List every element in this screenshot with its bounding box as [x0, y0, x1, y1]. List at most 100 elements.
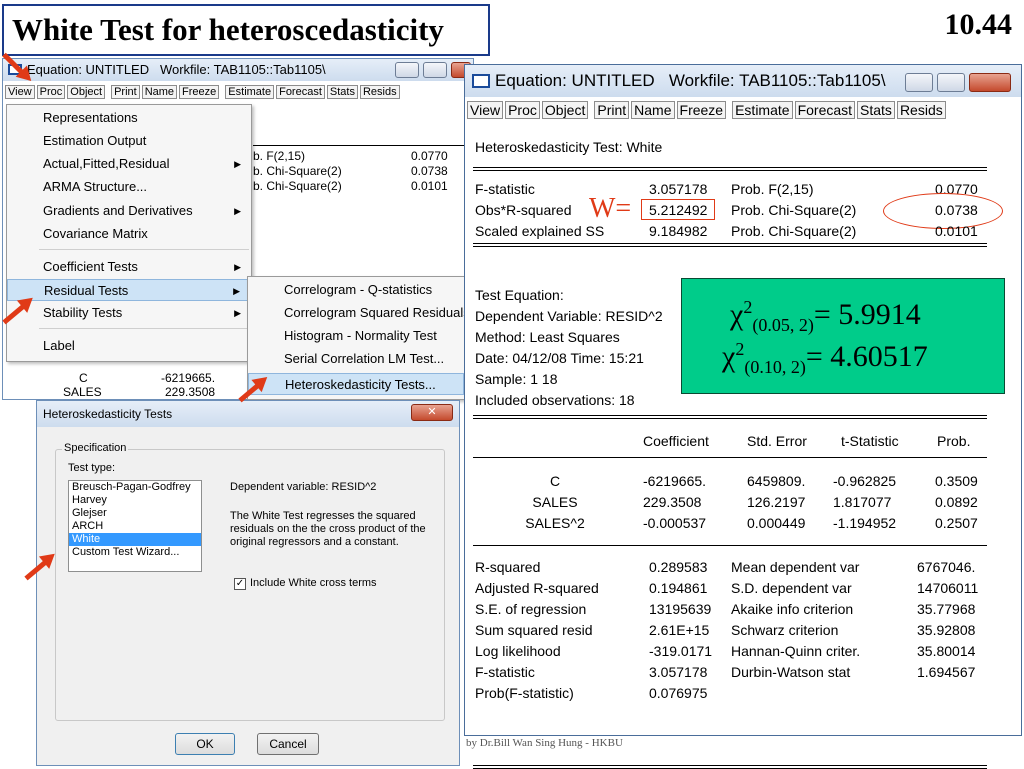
- equation-output: Heteroskedasticity Test: White F-statist…: [465, 125, 1021, 769]
- minimize-button[interactable]: [905, 73, 933, 92]
- stat-label: Prob(F-statistic): [475, 685, 574, 701]
- menu-item-label: Histogram - Normality Test: [284, 328, 437, 343]
- coef-header: Std. Error: [747, 433, 807, 449]
- chi-line-010: χ2(0.10, 2)= 4.60517: [722, 339, 928, 378]
- stat-value: 2.61E+15: [649, 622, 710, 638]
- menu-item-label: Correlogram Squared Residuals: [284, 305, 465, 320]
- back-freeze-button[interactable]: Freeze: [179, 85, 220, 99]
- coef-header: Coefficient: [643, 433, 709, 449]
- test-equation-line: Test Equation:: [475, 287, 564, 303]
- partial-row-label: b. Chi-Square(2): [253, 164, 342, 178]
- menu-item-estimation-output[interactable]: Estimation Output: [7, 130, 251, 152]
- test-type-option[interactable]: ARCH: [69, 520, 201, 533]
- stat-value: 1.694567: [917, 664, 976, 680]
- menu-item-label: Coefficient Tests: [43, 259, 138, 274]
- test-value: 5.212492: [649, 202, 708, 218]
- menu-item-residual-tests[interactable]: Residual Tests ▶: [7, 279, 251, 301]
- submenu-arrow-icon: ▶: [233, 286, 240, 296]
- front-forecast-button[interactable]: Forecast: [794, 101, 856, 119]
- coef-cell-se: 6459809.: [747, 473, 806, 489]
- menu-item-stability-tests[interactable]: Stability Tests ▶: [7, 302, 251, 324]
- menu-item-correlogram-squared[interactable]: Correlogram Squared Residuals: [248, 302, 464, 324]
- back-name-button[interactable]: Name: [141, 85, 178, 99]
- front-view-button[interactable]: View: [467, 101, 504, 119]
- dialog-titlebar[interactable]: Heteroskedasticity Tests ✕: [37, 401, 459, 427]
- test-equation-line: Sample: 1 18: [475, 371, 558, 387]
- chi-symbol: χ: [730, 298, 744, 331]
- cancel-button[interactable]: Cancel: [257, 733, 319, 755]
- maximize-button[interactable]: [423, 62, 447, 78]
- coef-cell-coef: -0.000537: [643, 515, 707, 531]
- stat-value: 0.289583: [649, 559, 708, 575]
- test-type-option[interactable]: White: [69, 533, 201, 546]
- back-forecast-button[interactable]: Forecast: [276, 85, 325, 99]
- front-resids-button[interactable]: Resids: [896, 101, 946, 119]
- menu-item-correlogram-q[interactable]: Correlogram - Q-statistics: [248, 279, 464, 301]
- back-print-button[interactable]: Print: [111, 85, 140, 99]
- w-annotation: W=: [589, 193, 632, 224]
- minimize-button[interactable]: [395, 62, 419, 78]
- test-type-listbox[interactable]: Breusch-Pagan-Godfrey Harvey Glejser ARCH Wh…: [68, 480, 202, 572]
- ok-button[interactable]: OK: [175, 733, 235, 755]
- front-object-button[interactable]: Object: [541, 101, 589, 119]
- menu-item-coefficient-tests[interactable]: Coefficient Tests ▶: [7, 256, 251, 278]
- menu-item-covariance-matrix[interactable]: Covariance Matrix: [7, 223, 251, 245]
- stat-label: S.D. dependent var: [731, 580, 852, 596]
- back-stats-button[interactable]: Stats: [326, 85, 358, 99]
- front-proc-button[interactable]: Proc: [505, 101, 540, 119]
- stat-label: Mean dependent var: [731, 559, 860, 575]
- stat-label: F-statistic: [475, 664, 535, 680]
- coef-var-name: SALES: [532, 494, 578, 510]
- stat-label: R-squared: [475, 559, 541, 575]
- test-equation-line: Method: Least Squares: [475, 329, 620, 345]
- front-window-toolbar: View Proc Object Print Name Freeze Estimate For…: [467, 101, 946, 119]
- menu-item-label-view[interactable]: Label: [7, 335, 251, 357]
- back-view-button[interactable]: View: [5, 85, 35, 99]
- test-prob-label: Prob. Chi-Square(2): [731, 202, 857, 218]
- dialog-title: Heteroskedasticity Tests: [43, 407, 173, 421]
- stat-label: Hannan-Quinn criter.: [731, 643, 861, 659]
- test-equation-line: Included observations: 18: [475, 392, 635, 408]
- menu-item-gradients[interactable]: Gradients and Derivatives ▶: [7, 200, 251, 222]
- dependent-variable-text: Dependent variable: RESID^2: [230, 481, 377, 493]
- chi-subscript: (0.10, 2): [744, 357, 806, 377]
- front-print-button[interactable]: Print: [594, 101, 630, 119]
- coef-value: -6219665.: [161, 371, 216, 385]
- back-resids-button[interactable]: Resids: [359, 85, 400, 99]
- back-window-titlebar[interactable]: Equation: UNTITLED Workfile: TAB1105::Ta…: [3, 59, 473, 81]
- menu-item-heteroskedasticity-tests[interactable]: Heteroskedasticity Tests...: [248, 373, 464, 395]
- partial-row-value: 0.0738: [411, 164, 448, 178]
- back-estimate-button[interactable]: Estimate: [225, 85, 275, 99]
- front-name-button[interactable]: Name: [631, 101, 675, 119]
- test-type-option[interactable]: Harvey: [69, 494, 201, 507]
- front-window-titlebar[interactable]: Equation: UNTITLED Workfile: TAB1105::Ta…: [465, 65, 1021, 97]
- test-type-option[interactable]: Breusch-Pagan-Godfrey: [69, 481, 201, 494]
- menu-item-representations[interactable]: Representations: [7, 107, 251, 129]
- back-window-toolbar: View Proc Object Print Name Freeze Estimate For…: [5, 85, 400, 99]
- dialog-close-button[interactable]: ✕: [411, 404, 453, 421]
- coef-cell-se: 126.2197: [747, 494, 806, 510]
- test-type-option[interactable]: Custom Test Wizard...: [69, 546, 201, 559]
- test-equation-line: Date: 04/12/08 Time: 15:21: [475, 350, 644, 366]
- menu-item-actual-fitted-residual[interactable]: Actual,Fitted,Residual ▶: [7, 153, 251, 175]
- stat-label: Akaike info criterion: [731, 601, 854, 617]
- maximize-button[interactable]: [937, 73, 965, 92]
- front-freeze-button[interactable]: Freeze: [676, 101, 727, 119]
- front-equation-window: Equation: UNTITLED Workfile: TAB1105::Ta…: [464, 64, 1022, 769]
- specification-group: Specification Test type: Breusch-Pagan-G…: [55, 442, 445, 721]
- white-cross-terms-checkbox[interactable]: ✓: [234, 578, 246, 590]
- coef-cell-p: 0.2507: [935, 515, 978, 531]
- menu-item-serial-correlation[interactable]: Serial Correlation LM Test...: [248, 348, 464, 370]
- menu-item-histogram-normality[interactable]: Histogram - Normality Test: [248, 325, 464, 347]
- back-object-button[interactable]: Object: [67, 85, 106, 99]
- back-proc-button[interactable]: Proc: [36, 85, 66, 99]
- stat-label: Sum squared resid: [475, 622, 593, 638]
- front-stats-button[interactable]: Stats: [857, 101, 895, 119]
- menu-item-label: Stability Tests: [43, 305, 123, 320]
- front-estimate-button[interactable]: Estimate: [732, 101, 793, 119]
- test-type-option[interactable]: Glejser: [69, 507, 201, 520]
- menu-item-label: Representations: [43, 110, 138, 125]
- menu-item-label: Estimation Output: [43, 133, 147, 148]
- close-button[interactable]: [969, 73, 1011, 92]
- menu-item-arma-structure[interactable]: ARMA Structure...: [7, 176, 251, 198]
